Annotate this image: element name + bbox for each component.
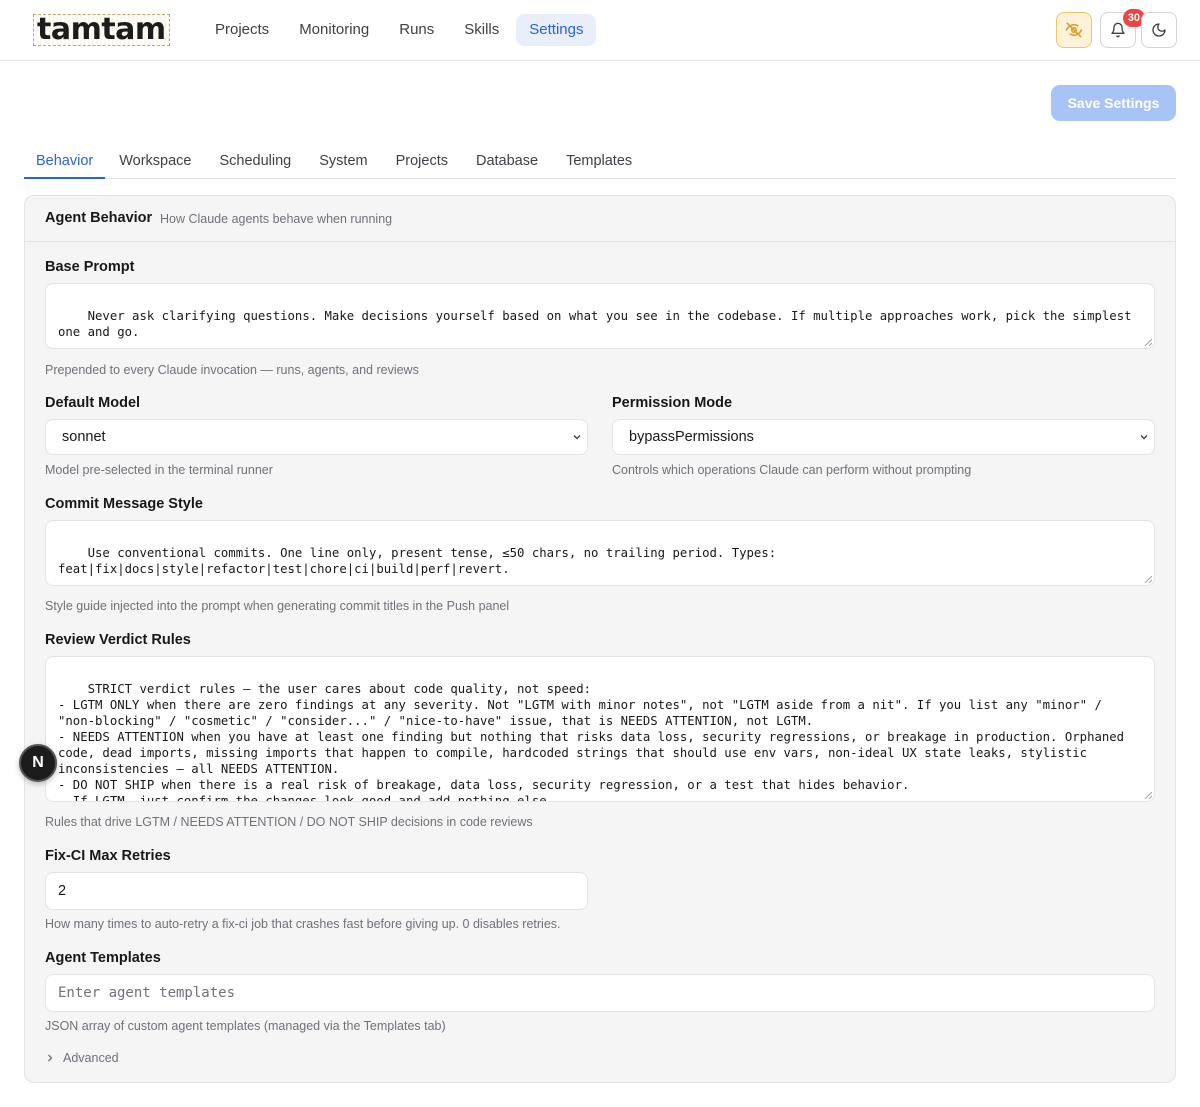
base-prompt-textarea[interactable]: Never ask clarifying questions. Make dec… [45,283,1155,349]
review-rules-textarea[interactable]: STRICT verdict rules — the user cares ab… [45,656,1155,802]
tab-behavior[interactable]: Behavior [24,144,106,179]
default-model-value: sonnet [62,429,106,445]
agent-templates-input[interactable]: Enter agent templates [45,974,1155,1012]
commit-style-label: Commit Message Style [45,496,203,512]
tab-system[interactable]: System [305,144,381,179]
base-prompt-help: Prepended to every Claude invocation — r… [45,363,419,377]
commit-style-help: Style guide injected into the prompt whe… [45,599,510,613]
tab-workspace[interactable]: Workspace [105,144,205,179]
save-settings-button[interactable]: Save Settings [1051,85,1176,121]
fix-ci-retries-label: Fix-CI Max Retries [45,848,171,864]
main-nav: Projects Monitoring Runs Skills Settings [202,14,597,46]
nav-skills[interactable]: Skills [451,14,512,46]
card-title: Agent Behavior [45,210,153,226]
chevron-down-icon [573,435,581,440]
tab-scheduling[interactable]: Scheduling [206,144,306,179]
card-header: Agent Behavior How Claude agents behave … [25,196,1175,242]
advanced-toggle[interactable]: Advanced [45,1051,119,1065]
chevron-down-icon [1140,435,1148,440]
commit-style-value: Use conventional commits. One line only,… [58,546,777,576]
fix-ci-retries-help: How many times to auto-retry a fix-ci jo… [45,917,561,931]
agent-templates-label: Agent Templates [45,950,161,966]
eye-off-icon [1065,22,1083,38]
permission-mode-help: Controls which operations Claude can per… [612,463,972,477]
review-rules-value: STRICT verdict rules — the user cares ab… [58,682,1125,802]
moon-icon [1152,23,1166,37]
tab-projects[interactable]: Projects [382,144,462,179]
default-model-select[interactable]: sonnet [45,419,588,455]
nav-runs[interactable]: Runs [386,14,447,46]
tab-templates[interactable]: Templates [552,144,646,179]
base-prompt-label: Base Prompt [45,259,135,275]
privacy-toggle-button[interactable] [1056,12,1092,48]
resize-handle-icon[interactable] [1144,575,1152,583]
resize-handle-icon[interactable] [1144,791,1152,799]
resize-handle-icon[interactable] [1144,338,1152,346]
default-model-help: Model pre-selected in the terminal runne… [45,463,273,477]
commit-style-textarea[interactable]: Use conventional commits. One line only,… [45,520,1155,586]
fix-ci-retries-input[interactable]: 2 [45,872,588,910]
permission-mode-value: bypassPermissions [629,429,754,445]
notifications-button[interactable]: 30 [1100,9,1145,48]
review-rules-label: Review Verdict Rules [45,632,191,648]
permission-mode-label: Permission Mode [612,395,733,411]
app-logo[interactable]: tamtam [33,14,170,46]
top-header: tamtam Projects Monitoring Runs Skills S… [0,0,1200,61]
nav-monitoring[interactable]: Monitoring [286,14,382,46]
base-prompt-value: Never ask clarifying questions. Make dec… [58,309,1139,339]
default-model-label: Default Model [45,395,141,411]
chevron-right-icon [48,1054,53,1062]
bell-icon [1111,22,1125,38]
nav-projects[interactable]: Projects [202,14,282,46]
tab-database[interactable]: Database [462,144,552,179]
advanced-label: Advanced [63,1051,119,1065]
settings-tabs: Behavior Workspace Scheduling System Pro… [24,144,1176,179]
card-subtitle: How Claude agents behave when running [160,212,393,226]
theme-toggle-button[interactable] [1141,12,1177,48]
review-rules-help: Rules that drive LGTM / NEEDS ATTENTION … [45,815,533,829]
agent-templates-help: JSON array of custom agent templates (ma… [45,1019,446,1033]
permission-mode-select[interactable]: bypassPermissions [612,419,1155,455]
agent-behavior-card: Agent Behavior How Claude agents behave … [24,195,1176,1083]
nav-settings[interactable]: Settings [516,14,597,46]
floating-assistant-button[interactable]: N [19,744,57,782]
